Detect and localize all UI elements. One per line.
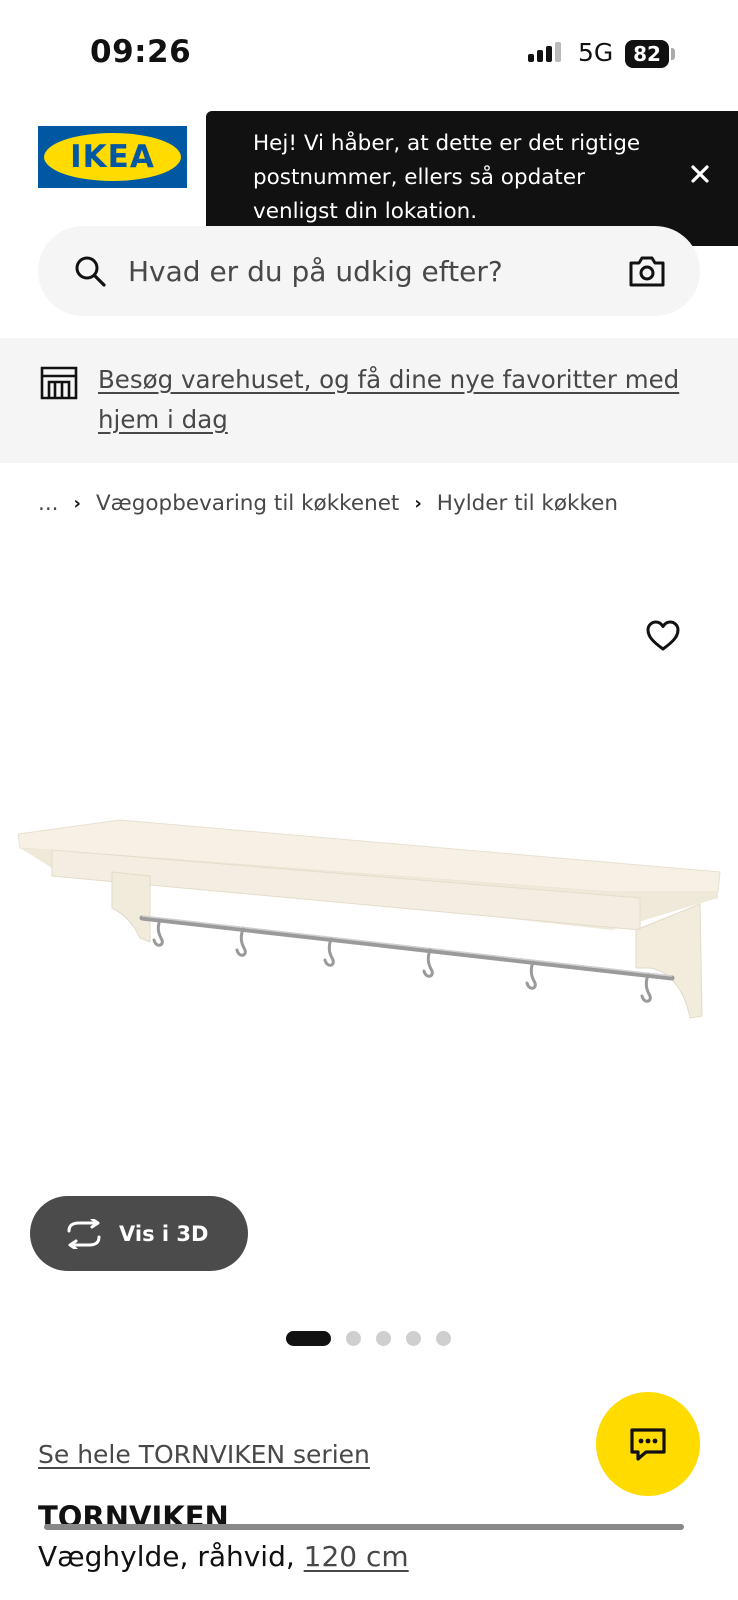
store-icon: [40, 366, 78, 400]
store-visit-link[interactable]: Besøg varehuset, og få dine nye favoritt…: [98, 360, 698, 440]
heart-icon[interactable]: [646, 620, 680, 652]
breadcrumb-item[interactable]: Vægopbevaring til køkkenet: [96, 491, 399, 516]
carousel-dot[interactable]: [406, 1331, 421, 1346]
breadcrumb: ... › Vægopbevaring til køkkenet › Hylde…: [38, 488, 618, 518]
product-type: Væghylde, råhvid,: [38, 1540, 295, 1573]
network-type: 5G: [578, 38, 614, 67]
view-3d-label: Vis i 3D: [119, 1221, 209, 1246]
rotate-3d-icon: [67, 1218, 101, 1249]
camera-icon[interactable]: [628, 254, 666, 288]
carousel-indicator: [286, 1331, 451, 1346]
signal-icon: [528, 42, 561, 62]
chevron-right-icon: ›: [414, 492, 422, 514]
chat-icon: [630, 1428, 666, 1461]
search-input[interactable]: [128, 246, 598, 296]
logo-text: IKEA: [70, 139, 155, 175]
carousel-dot[interactable]: [376, 1331, 391, 1346]
battery-tip: [671, 48, 675, 60]
battery-indicator: 82: [625, 40, 669, 68]
product-description: Væghylde, råhvid, 120 cm: [38, 1540, 409, 1573]
breadcrumb-ellipsis[interactable]: ...: [38, 491, 59, 516]
status-time: 09:26: [90, 34, 192, 70]
series-link[interactable]: Se hele TORNVIKEN serien: [38, 1440, 370, 1469]
carousel-dot[interactable]: [436, 1331, 451, 1346]
ikea-logo[interactable]: IKEA: [38, 126, 187, 188]
breadcrumb-item[interactable]: Hylder til køkken: [437, 491, 618, 516]
carousel-dot-active[interactable]: [286, 1331, 331, 1346]
product-image[interactable]: [0, 780, 738, 1040]
carousel-dot[interactable]: [346, 1331, 361, 1346]
product-size-link[interactable]: 120 cm: [304, 1540, 409, 1573]
view-3d-button[interactable]: Vis i 3D: [30, 1196, 248, 1271]
close-icon[interactable]: [689, 163, 711, 185]
search-icon: [75, 256, 106, 287]
scroll-divider: [44, 1524, 684, 1530]
chevron-right-icon: ›: [73, 492, 81, 514]
chat-button[interactable]: [596, 1392, 700, 1496]
toast-message: Hej! Vi håber, at dette er det rigtige p…: [253, 131, 641, 224]
